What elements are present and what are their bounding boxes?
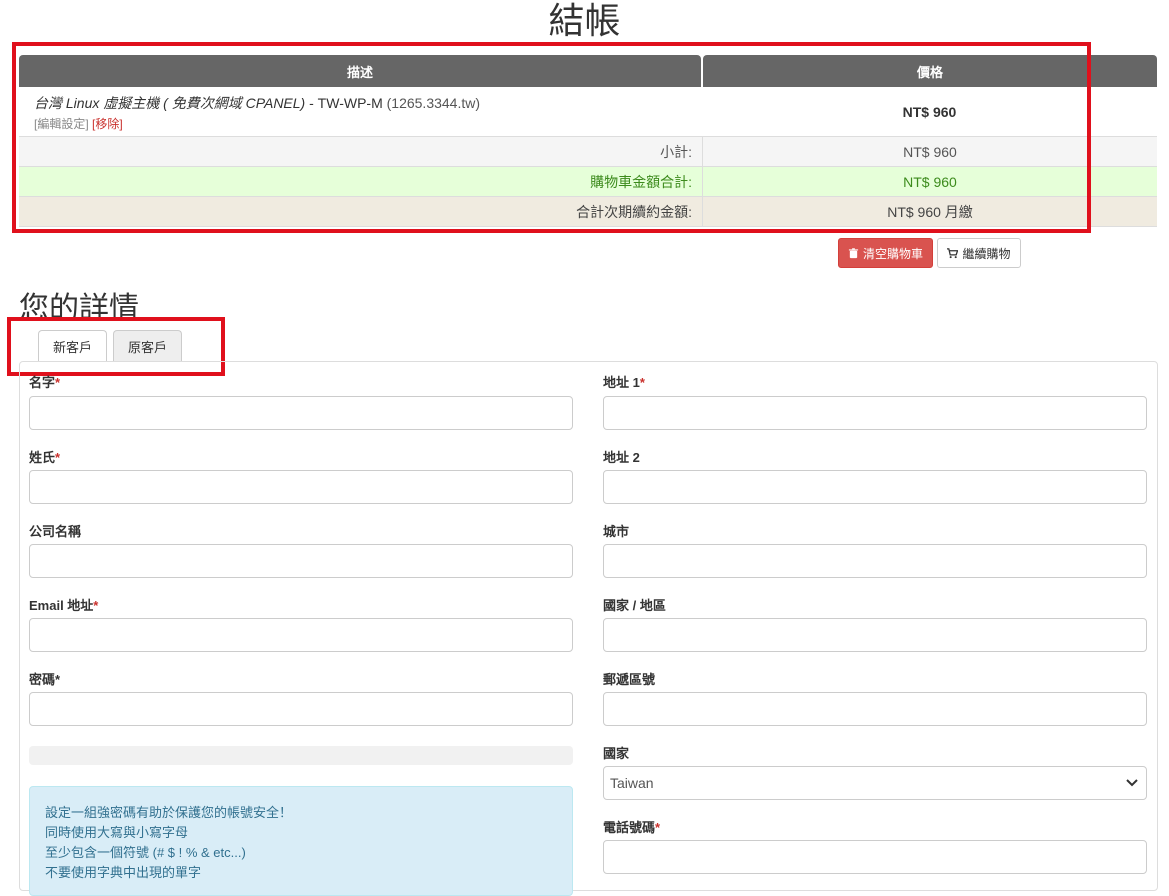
page-title: 結帳 <box>548 1 621 42</box>
password-label: 密碼* <box>29 672 61 687</box>
country-label: 國家 <box>603 746 630 761</box>
address2-input[interactable] <box>603 470 1147 504</box>
continue-shopping-label: 繼續購物 <box>962 246 1011 261</box>
password-hint-line: 至少包含一個符號 (# $ ! % & etc...) <box>45 845 246 860</box>
phone-label: 電話號碼* <box>603 820 661 835</box>
postcode-label: 郵遞區號 <box>603 672 656 687</box>
phone-input[interactable] <box>603 840 1147 874</box>
chevron-down-icon <box>1126 779 1138 787</box>
city-label: 城市 <box>603 524 630 539</box>
last-name-label: 姓氏* <box>29 450 61 465</box>
address1-label: 地址 1* <box>603 375 645 390</box>
country-select-value: Taiwan <box>610 775 654 791</box>
state-input[interactable] <box>603 618 1147 652</box>
email-label: Email 地址* <box>29 598 99 613</box>
city-input[interactable] <box>603 544 1147 578</box>
last-name-input[interactable] <box>29 470 573 504</box>
password-hint-box: 設定一組強密碼有助於保護您的帳號安全！ 同時使用大寫與小寫字母 至少包含一個符號… <box>29 786 573 896</box>
empty-cart-label: 清空購物車 <box>862 246 923 261</box>
password-hint-title: 設定一組強密碼有助於保護您的帳號安全！ <box>45 805 293 820</box>
shopping-cart-icon <box>947 247 959 258</box>
password-hint-line: 同時使用大寫與小寫字母 <box>45 825 189 840</box>
postcode-input[interactable] <box>603 692 1147 726</box>
empty-cart-button[interactable]: 清空購物車 <box>838 238 933 268</box>
email-input[interactable] <box>29 618 573 652</box>
highlight-box-cart <box>12 42 1091 233</box>
first-name-input[interactable] <box>29 396 573 430</box>
company-label: 公司名稱 <box>29 524 82 539</box>
address1-input[interactable] <box>603 396 1147 430</box>
password-strength-meter <box>29 746 573 765</box>
company-input[interactable] <box>29 544 573 578</box>
first-name-label: 名字* <box>29 375 61 390</box>
password-hint-line: 不要使用字典中出現的單字 <box>45 865 202 880</box>
country-select[interactable]: Taiwan <box>603 766 1147 800</box>
state-label: 國家 / 地區 <box>603 598 666 613</box>
trash-icon <box>848 247 859 258</box>
address2-label: 地址 2 <box>603 450 640 465</box>
continue-shopping-button[interactable]: 繼續購物 <box>937 238 1021 268</box>
password-input[interactable] <box>29 692 573 726</box>
